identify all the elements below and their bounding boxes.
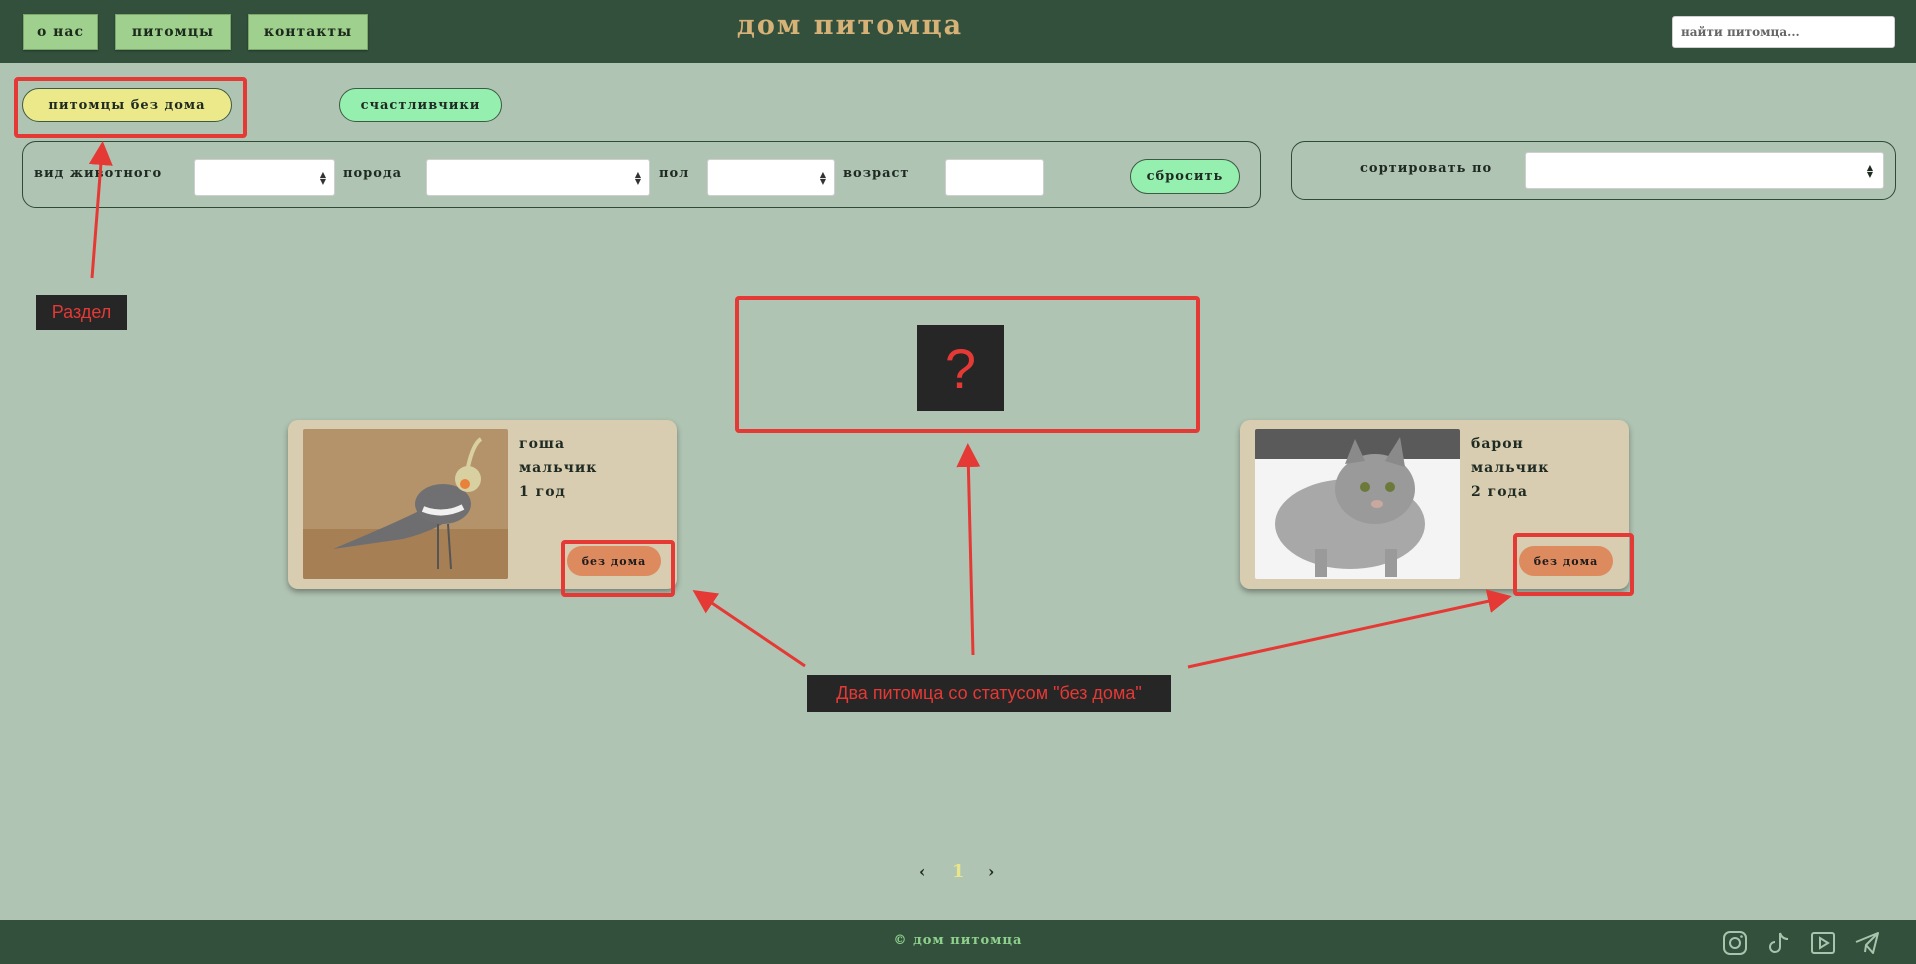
tab-lucky-pets[interactable]: счастливчики xyxy=(339,88,502,122)
pet-age: 2 года xyxy=(1471,484,1528,500)
breed-select[interactable]: ▲ ▼ xyxy=(426,159,650,196)
select-arrows-icon: ▲ ▼ xyxy=(634,170,641,186)
nav-about-button[interactable]: о нас xyxy=(23,14,98,50)
pagination-current-page[interactable]: 1 xyxy=(952,861,966,882)
annotation-box-status-1 xyxy=(561,540,675,597)
age-label: возраст xyxy=(843,166,910,181)
pet-name: барон xyxy=(1471,436,1524,452)
species-select[interactable]: ▲ ▼ xyxy=(194,159,335,196)
nav-pets-button[interactable]: питомцы xyxy=(115,14,231,50)
pet-sex: мальчик xyxy=(1471,460,1550,476)
pagination-next-button[interactable]: › xyxy=(988,862,995,881)
pet-photo-cat xyxy=(1255,429,1460,579)
nav-contacts-button[interactable]: контакты xyxy=(248,14,368,50)
footer: © дом питомца xyxy=(0,920,1916,964)
telegram-icon[interactable] xyxy=(1854,930,1880,956)
pet-info: барон мальчик 2 года xyxy=(1471,432,1549,504)
age-input[interactable] xyxy=(945,159,1044,196)
search-input[interactable] xyxy=(1672,16,1895,48)
select-arrows-icon: ▲ ▼ xyxy=(319,170,326,186)
filter-panel: вид животного ▲ ▼ порода ▲ ▼ пол ▲ ▼ возрас… xyxy=(22,141,1261,208)
annotation-pets-note: Два питомца со статусом "без дома" xyxy=(807,675,1171,712)
question-mark-icon: ? xyxy=(917,325,1004,411)
sort-panel: сортировать по ▲ ▼ xyxy=(1291,141,1896,200)
site-title[interactable]: дом питомца xyxy=(700,10,1000,41)
sort-label: сортировать по xyxy=(1360,161,1493,176)
youtube-icon[interactable] xyxy=(1810,930,1836,956)
pet-age: 1 год xyxy=(519,484,566,500)
sex-label: пол xyxy=(659,166,690,181)
annotation-box-tab xyxy=(14,77,247,138)
pet-photo-cockatiel xyxy=(303,429,508,579)
copyright: © дом питомца xyxy=(893,933,1023,948)
tiktok-icon[interactable] xyxy=(1766,930,1792,956)
species-label: вид животного xyxy=(34,166,163,181)
pet-info: гоша мальчик 1 год xyxy=(519,432,597,504)
instagram-icon[interactable] xyxy=(1722,930,1748,956)
reset-button[interactable]: сбросить xyxy=(1130,159,1240,194)
pagination-prev-button[interactable]: ‹ xyxy=(919,862,926,881)
breed-label: порода xyxy=(343,166,403,181)
sort-select[interactable]: ▲ ▼ xyxy=(1525,152,1884,189)
select-arrows-icon: ▲ ▼ xyxy=(819,170,826,186)
select-arrows-icon: ▲ ▼ xyxy=(1866,163,1873,179)
sex-select[interactable]: ▲ ▼ xyxy=(707,159,835,196)
pet-sex: мальчик xyxy=(519,460,598,476)
annotation-box-status-2 xyxy=(1513,533,1634,596)
annotation-section-note: Раздел xyxy=(36,295,127,330)
pet-name: гоша xyxy=(519,436,566,452)
header: о нас питомцы контакты дом питомца xyxy=(0,0,1916,63)
